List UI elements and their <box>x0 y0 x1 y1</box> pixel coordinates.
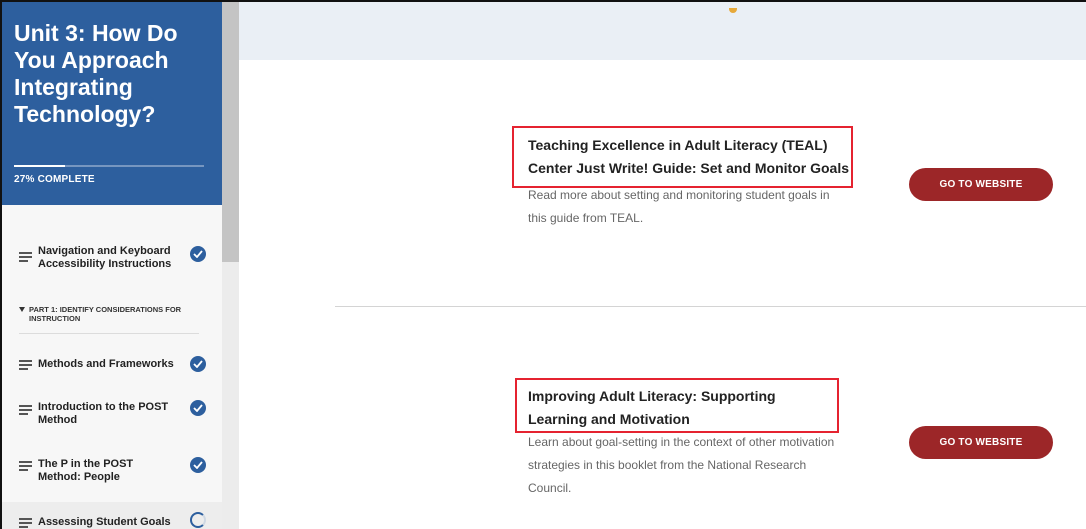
main-content: Teaching Excellence in Adult Literacy (T… <box>239 2 1086 529</box>
section-divider <box>19 333 199 334</box>
resource-description: Learn about goal-setting in the context … <box>528 435 835 495</box>
lesson-label: Assessing Student Goals <box>38 516 171 528</box>
scrollbar-thumb[interactable] <box>222 2 239 262</box>
decorative-dot <box>729 8 737 13</box>
lesson-methods-and-frameworks[interactable]: Methods and Frameworks <box>2 349 222 379</box>
lesson-p-in-post-method[interactable]: The P in the POST Method: People <box>2 448 222 488</box>
progress-label: 27% COMPLETE <box>14 174 95 185</box>
lesson-list-icon <box>19 360 32 370</box>
complete-check-icon <box>190 457 206 473</box>
complete-check-icon <box>190 246 206 262</box>
go-to-website-button[interactable]: GO TO WEBSITE <box>909 426 1053 459</box>
sidebar-header: Unit 3: How Do You Approach Integrating … <box>2 2 222 205</box>
section-divider <box>335 306 1086 307</box>
lesson-introduction-post-method[interactable]: Introduction to the POST Method <box>2 392 222 432</box>
lesson-list-icon <box>19 518 32 528</box>
resource-title: Teaching Excellence in Adult Literacy (T… <box>528 137 849 176</box>
lesson-label: The P in the POST Method: People <box>38 458 134 483</box>
progress-bar-fill <box>14 165 66 167</box>
resource-description: Read more about setting and monitoring s… <box>528 188 830 225</box>
caret-down-icon <box>19 307 25 312</box>
course-title: Unit 3: How Do You Approach Integrating … <box>14 20 178 127</box>
lesson-list-icon <box>19 461 32 471</box>
lesson-list-icon <box>19 405 32 415</box>
lesson-assessing-student-goals[interactable]: Assessing Student Goals <box>2 502 222 529</box>
course-sidebar: Unit 3: How Do You Approach Integrating … <box>2 2 222 529</box>
progress-bar <box>14 165 204 167</box>
section-label: PART 1: IDENTIFY CONSIDERATIONS FOR INST… <box>29 305 182 323</box>
complete-check-icon <box>190 400 206 416</box>
lesson-navigation-keyboard-instructions[interactable]: Navigation and Keyboard Accessibility In… <box>2 238 222 278</box>
sidebar-scrollbar[interactable] <box>222 2 239 529</box>
resource-title: Improving Adult Literacy: Supporting Lea… <box>528 388 776 427</box>
go-to-website-button[interactable]: GO TO WEBSITE <box>909 168 1053 201</box>
top-band <box>239 2 1086 60</box>
lesson-list-icon <box>19 252 32 262</box>
complete-check-icon <box>190 356 206 372</box>
lesson-label: Introduction to the POST Method <box>38 401 169 426</box>
lesson-label: Methods and Frameworks <box>38 358 174 370</box>
in-progress-icon <box>190 512 206 528</box>
lesson-label: Navigation and Keyboard Accessibility In… <box>38 245 172 270</box>
